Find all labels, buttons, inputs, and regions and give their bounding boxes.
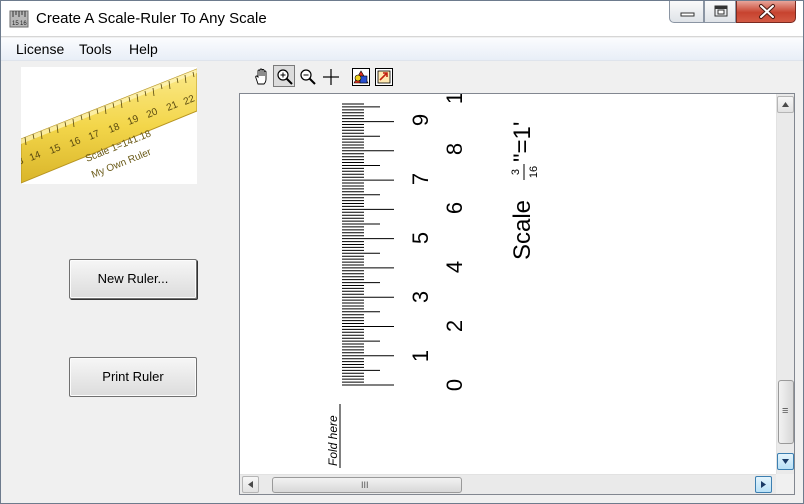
scale-suffix: "=1'	[509, 122, 536, 162]
zoom-out-tool-button[interactable]	[296, 65, 318, 87]
ruler-number: 9	[408, 114, 433, 126]
colors-tool-button[interactable]	[349, 65, 371, 87]
new-ruler-button[interactable]: New Ruler...	[69, 259, 197, 299]
scroll-up-button[interactable]	[777, 96, 794, 113]
arrow-right-icon	[761, 481, 766, 488]
scale-word: Scale	[509, 200, 536, 260]
hand-icon	[255, 68, 267, 85]
ruler-number: 2	[442, 320, 467, 332]
ruler-canvas: 0 1 2 3 4 5 6 7 8 9 1 Scale 3 16 "=1' Fo…	[240, 94, 776, 474]
ruler-app-icon: 15 16	[9, 10, 29, 28]
zoom-in-tool-button[interactable]	[273, 65, 295, 87]
vertical-scrollbar[interactable]: ≡	[776, 94, 794, 474]
title-bar: 15 16 Create A Scale-Ruler To Any Scale	[1, 1, 803, 37]
ruler-number: 0	[442, 379, 467, 391]
app-window: 15 16 Create A Scale-Ruler To Any Scale …	[0, 0, 804, 504]
vertical-scroll-thumb[interactable]: ≡	[778, 380, 794, 444]
menu-license[interactable]: License	[16, 41, 64, 57]
ruler-number: 1	[442, 94, 467, 104]
crosshair-icon	[323, 69, 339, 85]
export-icon	[375, 68, 393, 86]
print-ruler-button[interactable]: Print Ruler	[69, 357, 197, 397]
ruler-number: 7	[408, 173, 433, 185]
menu-bar: License Tools Help	[1, 38, 803, 61]
maximize-button[interactable]	[704, 1, 736, 23]
ruler-number: 4	[442, 261, 467, 273]
arrow-left-icon	[248, 481, 253, 488]
ruler-number: 3	[408, 291, 433, 303]
ruler-number: 6	[442, 202, 467, 214]
ruler-number: 1	[408, 350, 433, 362]
menu-help[interactable]: Help	[129, 41, 158, 57]
colors-icon	[352, 68, 370, 86]
fold-here-label: Fold here	[326, 415, 340, 466]
menu-tools[interactable]: Tools	[79, 41, 112, 57]
zoom-out-icon	[300, 69, 316, 85]
close-icon	[759, 4, 775, 19]
vertical-grip: ≡	[782, 405, 789, 417]
crosshair-tool-button[interactable]	[319, 65, 341, 87]
horizontal-scroll-thumb[interactable]: III	[272, 477, 462, 493]
ruler-logo-image: 3 14 15 16 17 18 19 20 21 22 Scale 1=141…	[21, 67, 197, 184]
maximize-icon	[714, 5, 728, 17]
scrollbar-corner	[776, 474, 794, 494]
ruler-preview-pane: 0 1 2 3 4 5 6 7 8 9 1 Scale 3 16 "=1' Fo…	[239, 93, 795, 495]
scale-fraction-denominator: 16	[528, 166, 540, 178]
window-title: Create A Scale-Ruler To Any Scale	[36, 10, 267, 27]
scroll-down-button[interactable]	[777, 453, 794, 470]
pan-tool-button[interactable]	[250, 65, 272, 87]
arrow-down-icon	[782, 459, 789, 464]
scroll-left-button[interactable]	[242, 476, 259, 493]
export-tool-button[interactable]	[372, 65, 394, 87]
minimize-button[interactable]	[669, 1, 704, 23]
minimize-icon	[680, 12, 695, 17]
horizontal-scrollbar[interactable]: III	[240, 474, 776, 494]
ruler-number: 5	[408, 232, 433, 244]
zoom-in-icon	[277, 69, 293, 85]
svg-text:15: 15	[12, 21, 19, 27]
scroll-right-button[interactable]	[755, 476, 772, 493]
close-button[interactable]	[736, 1, 796, 23]
arrow-up-icon	[782, 102, 789, 107]
horizontal-grip: III	[361, 480, 369, 490]
scale-fraction-numerator: 3	[510, 169, 522, 175]
svg-text:16: 16	[20, 21, 27, 27]
ruler-number: 8	[442, 143, 467, 155]
